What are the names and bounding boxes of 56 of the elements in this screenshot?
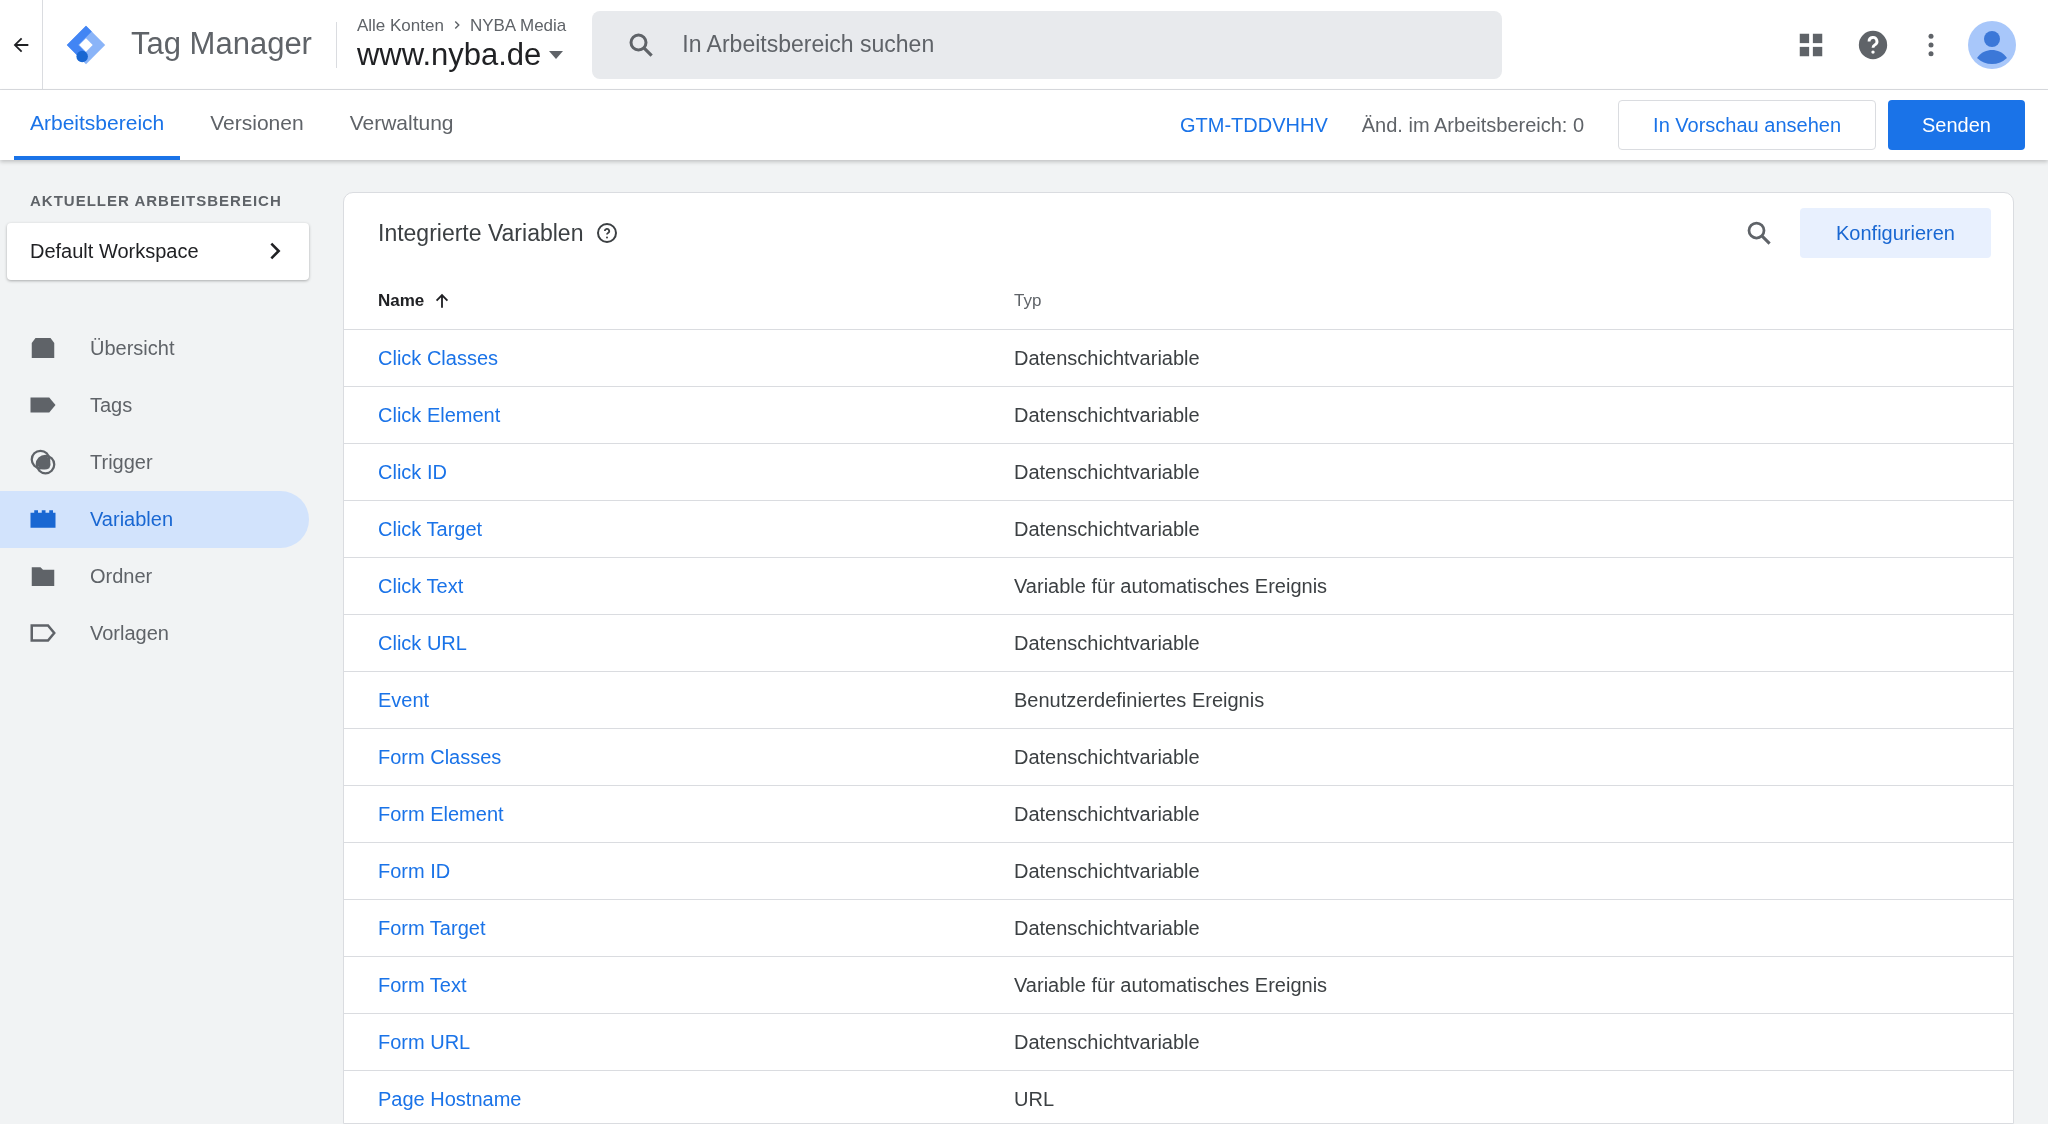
variable-name-link[interactable]: Click Text (378, 575, 464, 597)
variable-name-link[interactable]: Form Target (378, 917, 486, 939)
sidebar-item[interactable]: Vorlagen (0, 604, 309, 662)
variable-type-cell-text: Variable für automatisches Ereignis (1014, 574, 1328, 599)
variable-type-cell-text: Datenschichtvariable (1014, 346, 1200, 371)
preview-button[interactable]: In Vorschau ansehen (1618, 100, 1877, 150)
variable-name-link[interactable]: Click Classes (378, 347, 499, 369)
breadcrumb-link[interactable]: NYBA Media (469, 14, 567, 36)
variable-type-cell-text: Datenschichtvariable (1014, 631, 1200, 656)
variable-type-cell-text: Datenschichtvariable (1014, 745, 1200, 770)
sidebar-item[interactable]: Trigger (0, 433, 309, 491)
variable-type-cell-text: Benutzerdefiniertes Ereignis (1014, 688, 1265, 713)
container-id-link[interactable]: GTM-TDDVHHV (1180, 110, 1328, 140)
variable-type-cell-text: Datenschichtvariable (1014, 403, 1200, 428)
variable-name-link[interactable]: Form Text (378, 974, 467, 996)
variable-name-link[interactable]: Form ID (378, 860, 451, 882)
column-header: Typ (1014, 290, 1042, 313)
variable-name-link[interactable]: Click Target (378, 518, 483, 540)
variable-type-cell-text: Datenschichtvariable (1014, 859, 1200, 884)
section-label: AKTUELLER ARBEITSBEREICH (29, 191, 283, 211)
sidebar-item[interactable]: Übersicht (0, 319, 309, 377)
variable-type-cell-text: Datenschichtvariable (1014, 916, 1200, 941)
variable-name-link[interactable]: Click URL (378, 632, 467, 654)
nav-tab[interactable]: Arbeitsbereich (14, 90, 181, 160)
variable-name-link[interactable]: Form URL (378, 1031, 471, 1053)
help-outline-icon[interactable] (595, 221, 620, 245)
variable-type-cell-text: Datenschichtvariable (1014, 802, 1200, 827)
configure-button[interactable]: Konfigurieren (1800, 208, 1991, 258)
variable-type-cell-text: URL (1014, 1087, 1054, 1112)
variable-name-link[interactable]: Page Hostname (378, 1088, 522, 1110)
variable-type-cell-text: Datenschichtvariable (1014, 1030, 1200, 1055)
overlapping-circles-icon (28, 447, 58, 477)
column-header[interactable]: Name (378, 288, 425, 314)
dropdown-caret-icon (549, 51, 564, 60)
submit-button[interactable]: Senden (1888, 100, 2025, 150)
variable-name-link[interactable]: Click Element (378, 404, 501, 426)
sidebar-item[interactable]: Variablen (0, 490, 309, 548)
panel-title: Integrierte Variablen (378, 218, 584, 248)
avatar-icon[interactable] (1968, 20, 2016, 69)
variable-type-cell-text: Datenschichtvariable (1014, 517, 1200, 542)
breadcrumb-link[interactable]: Alle Konten (356, 14, 444, 36)
variable-type-cell-text: Variable für automatisches Ereignis (1014, 973, 1328, 998)
sidebar-item[interactable]: Tags (0, 376, 309, 434)
variable-type-cell-text: Datenschichtvariable (1014, 460, 1200, 485)
sidebar-item[interactable]: Ordner (0, 547, 309, 605)
nav-tab[interactable]: Versionen (194, 90, 320, 160)
variable-name-link[interactable]: Form Element (378, 803, 504, 825)
product-name: Tag Manager (131, 25, 312, 64)
search-field[interactable]: In Arbeitsbereich suchen (592, 10, 1503, 79)
nav-tab[interactable]: Verwaltung (333, 90, 470, 160)
variable-name-link[interactable]: Click ID (378, 461, 447, 483)
workspace-selector[interactable]: Default Workspace (7, 222, 309, 280)
variable-name-link[interactable]: Form Classes (378, 746, 502, 768)
variable-name-link[interactable]: Event (378, 689, 430, 711)
workspace-changes-count: Änd. im Arbeitsbereich: 0 (1361, 113, 1585, 138)
workspace-name: Default Workspace (30, 239, 199, 264)
